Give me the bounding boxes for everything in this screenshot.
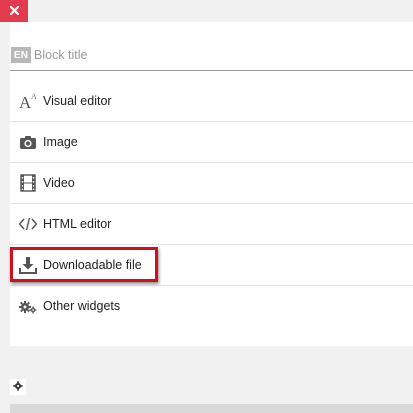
footer-bar: [10, 404, 413, 413]
widget-label: Image: [43, 135, 78, 149]
film-icon: [18, 173, 38, 193]
widget-label: Other widgets: [43, 299, 121, 313]
widget-item-visual-editor[interactable]: A A Visual editor: [10, 81, 413, 122]
widget-item-video[interactable]: Video: [10, 163, 413, 204]
widget-item-html-editor[interactable]: HTML editor: [10, 204, 413, 245]
widget-label: Video: [43, 176, 75, 190]
widget-item-downloadable-file[interactable]: Downloadable file: [10, 245, 413, 286]
close-button[interactable]: [0, 0, 28, 22]
block-title-row: EN: [10, 40, 413, 71]
gears-icon: [18, 296, 38, 316]
widget-label: Visual editor: [43, 94, 112, 108]
camera-icon: [18, 132, 38, 152]
gear-icon: [13, 378, 23, 396]
block-title-input[interactable]: [34, 48, 394, 62]
code-icon: [18, 214, 38, 234]
widget-item-other-widgets[interactable]: Other widgets: [10, 286, 413, 326]
widget-label: Downloadable file: [43, 258, 142, 272]
settings-button[interactable]: [10, 379, 26, 395]
close-icon: [9, 2, 19, 20]
widget-label: HTML editor: [43, 217, 112, 231]
widget-item-image[interactable]: Image: [10, 122, 413, 163]
widget-panel: EN A A Visual editor: [10, 22, 413, 346]
widget-list: A A Visual editor Image Video HTML edito…: [10, 81, 413, 326]
language-badge: EN: [11, 47, 31, 63]
text-size-icon: A A: [18, 91, 38, 111]
widget-picker-page: EN A A Visual editor: [0, 0, 413, 413]
svg-text:A: A: [31, 92, 37, 101]
download-icon: [18, 255, 38, 275]
